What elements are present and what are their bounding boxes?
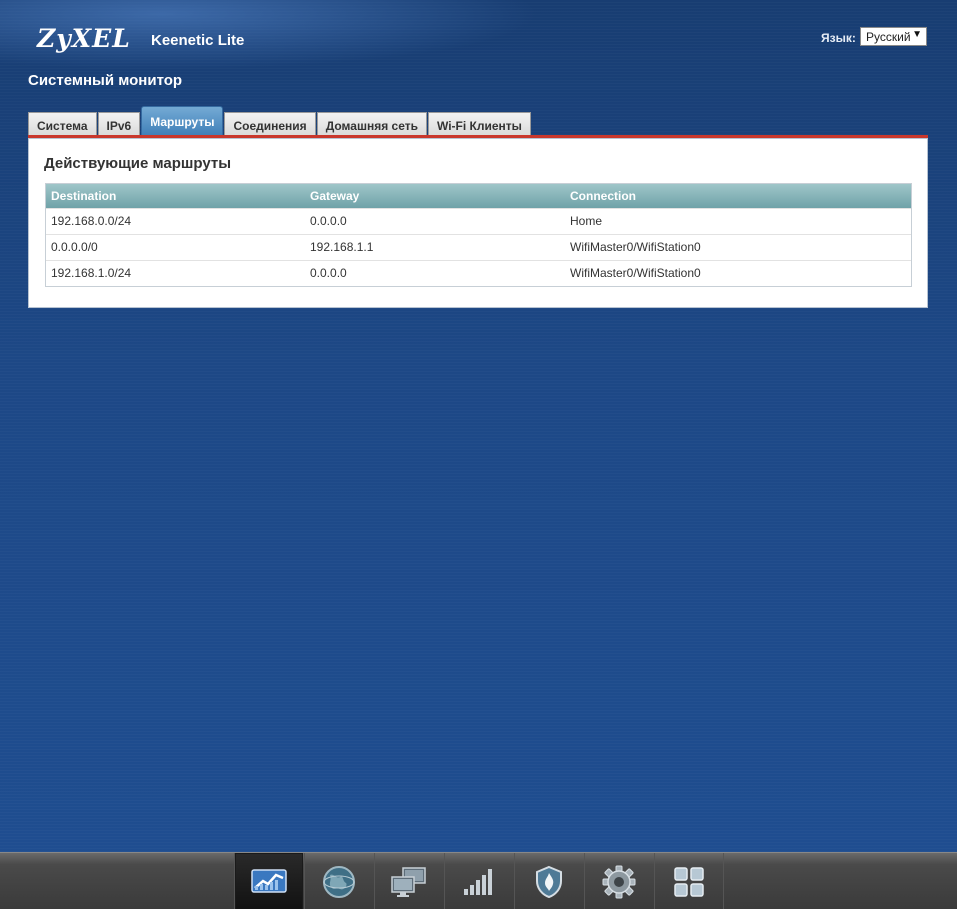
cell-gateway: 192.168.1.1 (310, 240, 374, 254)
monitor-chart-icon (251, 868, 287, 893)
cell-gateway: 0.0.0.0 (310, 214, 347, 228)
wifi-signal-icon (464, 868, 492, 895)
toolbar-apps-button[interactable] (654, 853, 723, 909)
bottom-toolbar (0, 852, 957, 909)
column-header-gateway: Gateway (310, 189, 360, 203)
tab-ipv6[interactable]: IPv6 (97, 112, 141, 136)
toolbar-monitor-button[interactable] (234, 853, 303, 909)
tab-home-network[interactable]: Домашняя сеть (316, 112, 427, 136)
toolbar-wifi-button[interactable] (444, 853, 513, 909)
table-row: 192.168.0.0/24 0.0.0.0 Home (46, 208, 911, 234)
tab-system[interactable]: Система (28, 112, 97, 136)
routes-panel: Действующие маршруты Destination Gateway… (28, 138, 928, 308)
home-network-icon (391, 866, 426, 897)
dropdown-arrow-icon: ▼ (912, 29, 922, 40)
tab-bar: Система IPv6 Маршруты Соединения Домашня… (28, 106, 532, 136)
table-row: 192.168.1.0/24 0.0.0.0 WifiMaster0/WifiS… (46, 260, 911, 286)
cell-destination: 192.168.1.0/24 (51, 266, 132, 280)
toolbar-divider (723, 853, 724, 909)
cell-gateway: 0.0.0.0 (310, 266, 347, 280)
tab-wifi-clients[interactable]: Wi-Fi Клиенты (427, 112, 531, 136)
toolbar-home-network-button[interactable] (374, 853, 443, 909)
table-header: Destination Gateway Connection (46, 184, 911, 208)
brand-logo: ZyXEL (37, 24, 131, 53)
column-header-connection: Connection (570, 189, 636, 203)
cell-connection: Home (570, 214, 603, 228)
cell-destination: 0.0.0.0/0 (51, 240, 98, 254)
table-row: 0.0.0.0/0 192.168.1.1 WifiMaster0/WifiSt… (46, 234, 911, 260)
cell-connection: WifiMaster0/WifiStation0 (570, 240, 701, 254)
globe-icon (323, 865, 355, 898)
apps-grid-icon (674, 866, 704, 897)
cell-destination: 192.168.0.0/24 (51, 214, 132, 228)
toolbar-internet-button[interactable] (304, 853, 373, 909)
security-shield-icon (536, 865, 562, 898)
column-header-destination: Destination (51, 189, 117, 203)
settings-gear-icon (602, 865, 636, 898)
routes-table: Destination Gateway Connection 192.168.0… (45, 183, 912, 287)
panel-title: Действующие маршруты (44, 155, 232, 172)
toolbar-security-button[interactable] (514, 853, 583, 909)
tab-routes[interactable]: Маршруты (141, 106, 224, 136)
language-select[interactable]: Русский ▼ (860, 27, 927, 46)
tab-connections[interactable]: Соединения (224, 112, 316, 136)
page-title: Системный монитор (28, 72, 183, 89)
cell-connection: WifiMaster0/WifiStation0 (570, 266, 701, 280)
language-label: Язык: (821, 31, 856, 45)
toolbar-settings-button[interactable] (584, 853, 653, 909)
model-name: Keenetic Lite (151, 32, 245, 49)
language-selected-value: Русский (866, 30, 911, 44)
